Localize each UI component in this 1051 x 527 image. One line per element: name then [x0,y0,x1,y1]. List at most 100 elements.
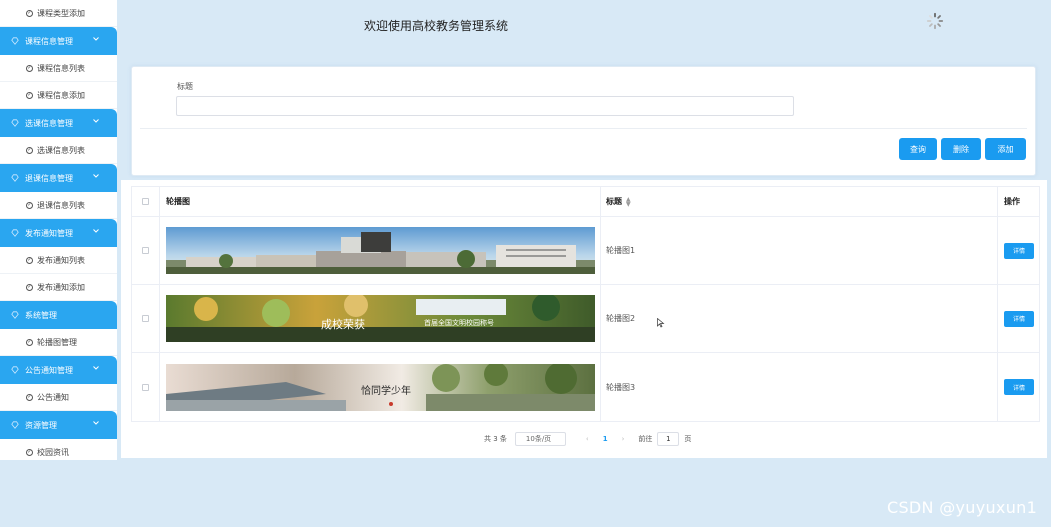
banner-2-caption: 首届全国文明校园称号 [424,318,494,327]
sidebar-item-label: 课程信息列表 [37,63,85,73]
sidebar-group-course-info[interactable]: 课程信息管理 [0,27,117,55]
goto-page-input[interactable]: 1 [657,432,680,446]
sidebar-item-label: 校园资讯 [37,447,69,457]
chevron-down-icon [93,174,99,178]
sidebar-item-campus-news[interactable]: ✓ 校园资讯 [0,439,117,460]
sort-icon[interactable]: ▲ ▼ [626,196,631,207]
check-circle-icon: ✓ [26,338,33,346]
diamond-icon [11,119,19,127]
sidebar-item-selection-list[interactable]: ✓ 选课信息列表 [0,137,117,164]
sidebar-group-label: 退课信息管理 [25,173,73,183]
row-checkbox[interactable] [142,383,149,391]
title-cell: 轮播图3 [601,353,998,421]
sidebar-item-label: 发布通知列表 [37,255,85,265]
diamond-icon [11,174,19,182]
check-circle-icon: ✓ [26,283,33,291]
ops-cell: 详情 [998,353,1039,421]
sidebar: ✓ 课程类型添加 课程信息管理 ✓ 课程信息列表 ✓ 课程信息添加 选课信息管理 ✓ 选… [0,0,117,460]
chevron-down-icon [93,119,99,123]
loading-spinner-icon [926,12,944,30]
page-size-select[interactable]: 10条/页 [514,432,566,446]
row-checkbox[interactable] [142,315,149,322]
add-button[interactable]: 添加 [985,138,1026,160]
goto-prefix: 前往 [638,435,653,443]
sidebar-group-announcement[interactable]: 公告通知管理 [0,356,117,384]
diamond-icon [11,37,19,45]
goto-suffix: 页 [684,435,692,443]
chevron-down-icon [93,421,99,425]
detail-button[interactable]: 详情 [1004,310,1034,327]
check-circle-icon: ✓ [26,146,33,154]
sidebar-group-system[interactable]: 系统管理 [0,301,117,329]
image-cell: 恰同学少年 [160,353,601,421]
row-check-cell [132,285,160,352]
chevron-down-icon [93,229,99,233]
sidebar-item-announcement[interactable]: ✓ 公告通知 [0,384,117,411]
diamond-icon [11,311,19,319]
sidebar-item-label: 轮播图管理 [37,337,77,347]
sidebar-item-notice-add[interactable]: ✓ 发布通知添加 [0,274,117,301]
sidebar-item-course-type-add[interactable]: ✓ 课程类型添加 [0,0,117,27]
sidebar-item-label: 退课信息列表 [37,200,85,210]
prev-page-icon[interactable]: ‹ [586,435,589,443]
sidebar-group-resources[interactable]: 资源管理 [0,411,117,439]
sidebar-item-label: 选课信息列表 [37,145,85,155]
detail-button[interactable]: 详情 [1004,242,1034,259]
sidebar-item-withdraw-list[interactable]: ✓ 退课信息列表 [0,192,117,219]
column-header-title[interactable]: 标题 ▲ ▼ [601,187,998,216]
header-check-cell [132,187,160,216]
table-row: 恰同学少年 轮播图3 详情 [132,353,1039,421]
search-title-input[interactable] [176,96,794,116]
sidebar-group-label: 课程信息管理 [25,36,73,46]
ops-cell: 详情 [998,285,1039,352]
page-number-current[interactable]: 1 [603,435,608,443]
check-circle-icon: ✓ [26,393,33,401]
check-circle-icon: ✓ [26,64,33,72]
ops-cell: 详情 [998,217,1039,284]
sidebar-group-label: 发布通知管理 [25,228,73,238]
sidebar-item-course-info-list[interactable]: ✓ 课程信息列表 [0,55,117,82]
row-check-cell [132,353,160,421]
sidebar-item-carousel[interactable]: ✓ 轮播图管理 [0,329,117,356]
row-checkbox[interactable] [142,247,149,254]
column-header-image: 轮播图 [160,187,601,216]
select-all-checkbox[interactable] [142,198,149,205]
carousel-image-2: 成校荣获 首届全国文明校园称号 [166,295,595,342]
delete-button[interactable]: 删除 [941,138,981,160]
diamond-icon [11,421,19,429]
check-circle-icon: ✓ [26,448,33,456]
next-page-icon[interactable]: › [622,435,625,443]
check-circle-icon: ✓ [26,201,33,209]
title-cell: 轮播图1 [601,217,998,284]
chevron-down-icon [93,366,99,370]
mouse-cursor-icon [657,318,665,328]
search-title-label: 标题 [177,82,193,91]
check-circle-icon: ✓ [26,9,33,17]
carousel-table: 轮播图 标题 ▲ ▼ 操作 轮播图1 详情 成校荣获 首届全国文明校园称号 轮播… [131,186,1040,422]
pagination: 共 3 条 10条/页 ‹ 1 › 前往 1 页 [484,432,691,446]
banner-3-calligraphy: 恰同学少年 [361,384,411,397]
sidebar-group-label: 资源管理 [25,420,57,430]
sidebar-item-label: 课程类型添加 [37,8,85,18]
carousel-image-3: 恰同学少年 [166,363,595,411]
app-title: 欢迎使用高校教务管理系统 [364,19,509,33]
sidebar-group-withdraw[interactable]: 退课信息管理 [0,164,117,192]
banner-2-calligraphy: 成校荣获 [321,317,365,331]
detail-button[interactable]: 详情 [1004,379,1034,395]
diamond-icon [11,229,19,237]
table-row: 轮播图1 详情 [132,217,1039,285]
sidebar-group-notice[interactable]: 发布通知管理 [0,219,117,247]
check-circle-icon: ✓ [26,256,33,264]
watermark: CSDN @yuyuxun1 [887,498,1038,517]
sidebar-item-notice-list[interactable]: ✓ 发布通知列表 [0,247,117,274]
pagination-total: 共 3 条 [484,435,507,443]
sidebar-item-course-info-add[interactable]: ✓ 课程信息添加 [0,82,117,109]
table-header-row: 轮播图 标题 ▲ ▼ 操作 [132,187,1039,217]
column-header-ops: 操作 [1004,197,1020,206]
sidebar-group-selection[interactable]: 选课信息管理 [0,109,117,137]
table-row: 成校荣获 首届全国文明校园称号 轮播图2 详情 [132,285,1039,353]
query-button[interactable]: 查询 [899,138,937,160]
column-header-title-label: 标题 [606,197,622,206]
row-check-cell [132,217,160,284]
divider [140,128,1027,129]
